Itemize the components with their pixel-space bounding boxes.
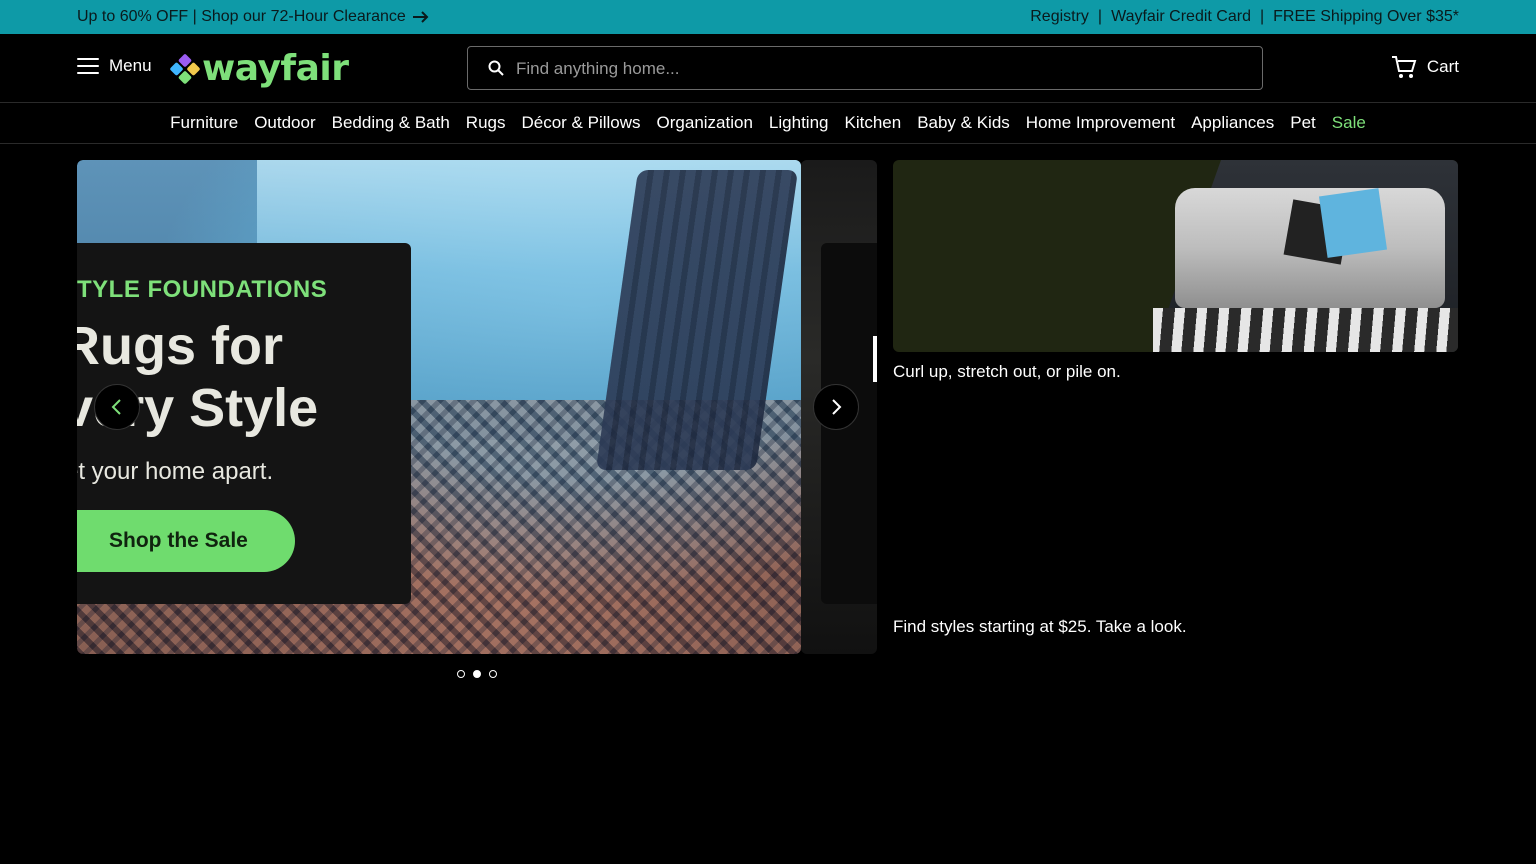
logo-text: wayfair — [202, 48, 349, 89]
cart-label: Cart — [1426, 57, 1459, 76]
hamburger-icon — [77, 58, 99, 74]
chevron-left-icon — [111, 399, 121, 415]
hero-slide[interactable]: TYLE FOUNDATIONS Rugs for Every Style et… — [77, 160, 801, 654]
hero-subtext: et your home apart. — [77, 458, 274, 485]
carousel-dot-3[interactable] — [489, 670, 497, 678]
wayfair-logo[interactable]: wayfair — [169, 48, 349, 89]
free-shipping-link[interactable]: FREE Shipping Over $35* — [1273, 8, 1459, 26]
headline-line-1: Rugs for — [77, 316, 283, 376]
menu-button[interactable]: Menu — [77, 56, 152, 76]
carousel-dot-1[interactable] — [457, 670, 465, 678]
carousel-dot-2[interactable] — [473, 670, 481, 678]
next-slide-accent — [873, 336, 877, 382]
nav-sale[interactable]: Sale — [1332, 113, 1366, 133]
clearance-link[interactable]: Up to 60% OFF | Shop our 72-Hour Clearan… — [77, 8, 430, 26]
nav-outdoor[interactable]: Outdoor — [254, 113, 315, 133]
sofa-promo-caption[interactable]: Curl up, stretch out, or pile on. — [893, 362, 1121, 382]
styles-promo-caption[interactable]: Find styles starting at $25. Take a look… — [893, 617, 1187, 637]
nav-furniture[interactable]: Furniture — [170, 113, 238, 133]
nav-lighting[interactable]: Lighting — [769, 113, 829, 133]
clearance-text: Up to 60% OFF | Shop our 72-Hour Clearan… — [77, 8, 406, 25]
nav-rugs[interactable]: Rugs — [466, 113, 506, 133]
nav-baby-kids[interactable]: Baby & Kids — [917, 113, 1010, 133]
hero-eyebrow: TYLE FOUNDATIONS — [77, 276, 328, 303]
nav-pet[interactable]: Pet — [1290, 113, 1316, 133]
chevron-right-icon — [832, 399, 842, 415]
separator: | — [1097, 8, 1103, 25]
nav-bedding-bath[interactable]: Bedding & Bath — [332, 113, 450, 133]
carousel-dots — [457, 670, 497, 678]
nav-organization[interactable]: Organization — [657, 113, 753, 133]
arrow-right-icon — [412, 11, 429, 23]
carousel-next-button[interactable] — [813, 384, 859, 430]
nav-appliances[interactable]: Appliances — [1191, 113, 1274, 133]
cart-icon — [1391, 56, 1417, 78]
hero-carousel: TYLE FOUNDATIONS Rugs for Every Style et… — [77, 160, 877, 654]
registry-link[interactable]: Registry — [1030, 8, 1089, 26]
separator: | — [1259, 8, 1265, 25]
search-icon[interactable] — [488, 60, 504, 76]
nav-decor-pillows[interactable]: Décor & Pillows — [521, 113, 640, 133]
shop-the-sale-button[interactable]: Shop the Sale — [77, 510, 295, 572]
nav-kitchen[interactable]: Kitchen — [844, 113, 901, 133]
striped-rug-image — [1153, 308, 1458, 352]
logo-mark-icon — [169, 52, 201, 85]
site-header: Menu wayfair Cart — [0, 34, 1536, 103]
search-input[interactable] — [516, 57, 1236, 81]
credit-card-link[interactable]: Wayfair Credit Card — [1111, 8, 1251, 26]
promo-bar: Up to 60% OFF | Shop our 72-Hour Clearan… — [0, 0, 1536, 34]
search-bar — [467, 46, 1263, 90]
carousel-prev-button[interactable] — [94, 384, 140, 430]
pillow-image — [1318, 188, 1388, 258]
cart-button[interactable]: Cart — [1391, 54, 1459, 80]
nav-home-improvement[interactable]: Home Improvement — [1026, 113, 1175, 133]
menu-label: Menu — [109, 56, 152, 75]
category-nav: Furniture Outdoor Bedding & Bath Rugs Dé… — [0, 103, 1536, 144]
sofa-promo-card[interactable] — [893, 160, 1458, 352]
